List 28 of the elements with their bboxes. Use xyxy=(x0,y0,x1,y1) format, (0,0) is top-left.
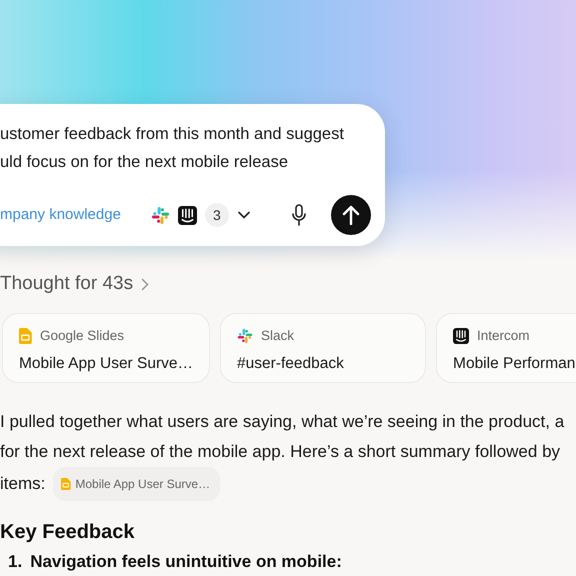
chat-bars-icon xyxy=(178,206,197,224)
chat-bars-icon xyxy=(453,328,470,344)
source-count: 3 xyxy=(204,203,229,227)
section-heading: Key Feedback xyxy=(0,520,136,544)
source-app-name: Intercom xyxy=(477,326,530,344)
slides-document-icon xyxy=(19,328,32,344)
list-item-text: Navigation feels unintuitive on mobile: xyxy=(30,550,342,573)
source-title: #user-feedback xyxy=(237,354,345,374)
source-app-name: Google Slides xyxy=(40,326,124,345)
slides-document-icon xyxy=(61,478,72,490)
source-card[interactable]: Slack #user-feedback xyxy=(220,312,426,382)
source-title: Mobile App User Surve… xyxy=(19,354,194,374)
chevron-right-icon[interactable] xyxy=(141,278,150,291)
list-number: 1. xyxy=(8,550,22,572)
source-card[interactable]: Intercom Mobile Performan xyxy=(436,312,576,382)
microphone-icon[interactable] xyxy=(291,204,307,226)
source-app-name: Slack xyxy=(261,326,294,344)
citation-chip[interactable]: Mobile App User Surve… xyxy=(53,466,220,500)
prompt-text[interactable]: ustomer feedback from this month and suggest xyxy=(0,120,371,148)
prompt-text[interactable]: uld focus on for the next mobile release xyxy=(0,148,371,176)
source-title: Mobile Performan xyxy=(453,354,576,374)
answer-text: items: xyxy=(0,472,46,494)
send-button[interactable] xyxy=(331,195,371,235)
arrow-up-icon xyxy=(342,205,360,225)
pinwheel-icon xyxy=(237,328,254,344)
source-card[interactable]: Google Slides Mobile App User Surve… xyxy=(2,312,210,382)
pinwheel-icon xyxy=(150,206,170,224)
thought-toggle[interactable]: Thought for 43s xyxy=(0,270,134,298)
